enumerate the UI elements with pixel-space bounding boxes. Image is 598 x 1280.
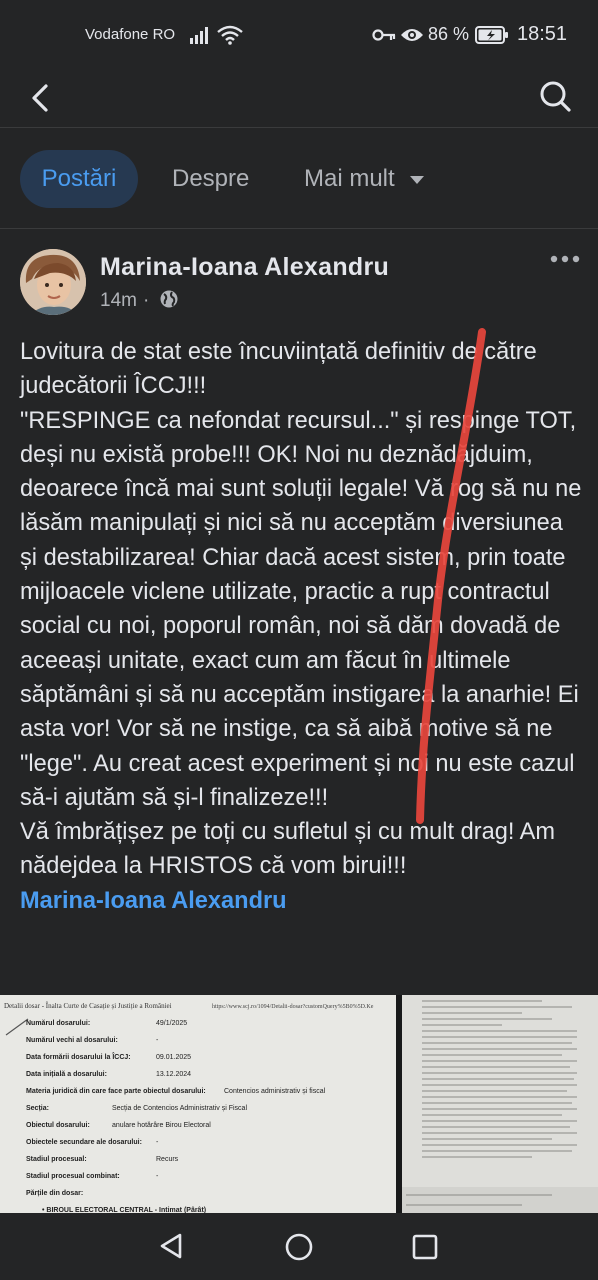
tab-more[interactable]: Mai mult (304, 150, 425, 208)
photo-court-document-details[interactable] (402, 995, 598, 1213)
tab-more-label: Mai mult (304, 165, 395, 192)
profile-tabs: Postări Despre Mai mult (0, 128, 598, 229)
doc-row-value: Recurs (156, 1156, 179, 1163)
doc-row-value: 49/1/2025 (156, 1020, 187, 1027)
clock: 18:51 (517, 23, 568, 45)
post-paragraph: Lovitura de stat este încuviințată defin… (20, 339, 537, 400)
more-horizontal-icon (550, 255, 580, 263)
doc-row-label: Stadiul procesual combinat: (26, 1173, 120, 1180)
system-navbar (0, 1213, 598, 1280)
post-author[interactable]: Marina-Ioana Alexandru (100, 253, 389, 282)
signal-icon (190, 27, 208, 44)
doc-row-value: anulare hotărâre Birou Electoral (112, 1122, 211, 1129)
app-header (0, 70, 598, 128)
caret-down-icon (409, 175, 424, 184)
carrier-name: Vodafone RO (85, 26, 176, 43)
doc-row-label: Materia juridică din care face parte obi… (26, 1088, 206, 1095)
doc-row-label: Secția: (26, 1105, 49, 1112)
doc-row-label: Numărul dosarului: (26, 1020, 90, 1027)
doc-row-label: Data formării dosarului la ÎCCJ: (26, 1052, 131, 1061)
doc-row-value: Secția de Contencios Administrativ și Fi… (112, 1105, 247, 1112)
doc-row-label: Numărul vechi al dosarului: (26, 1037, 118, 1044)
photo-court-document[interactable]: Detalii dosar - Înalta Curte de Casație … (0, 995, 396, 1213)
doc-row-label: Stadiul procesual: (26, 1156, 87, 1163)
post-meta: 14m · (100, 289, 179, 312)
avatar[interactable] (20, 249, 86, 315)
key-icon (372, 29, 396, 41)
battery-percent: 86 % (428, 24, 470, 44)
doc-row-value: 09.01.2025 (156, 1054, 191, 1061)
post-time[interactable]: 14m (100, 290, 137, 311)
doc-url: https://www.scj.ro/1094/Detalii-dosar?cu… (212, 1004, 374, 1010)
post-options-button[interactable] (546, 249, 586, 273)
chevron-left-icon (32, 84, 48, 112)
tab-posts[interactable]: Postări (20, 150, 138, 208)
author-mention-link[interactable]: Marina-Ioana Alexandru (20, 884, 586, 918)
back-button[interactable] (22, 78, 58, 118)
post-paragraph: "RESPINGE ca nefondat recursul..." și re… (20, 407, 582, 811)
doc-row-value: Contencios administrativ și fiscal (224, 1088, 326, 1095)
post-photos[interactable]: Detalii dosar - Înalta Curte de Casație … (0, 995, 598, 1213)
battery-icon (475, 26, 508, 44)
tab-about[interactable]: Despre (172, 150, 249, 208)
nav-recent-icon[interactable] (411, 1233, 439, 1261)
search-icon (540, 81, 571, 112)
doc-row-value: 13.12.2024 (156, 1071, 191, 1078)
doc-row-label: Obiectele secundare ale dosarului: (26, 1139, 142, 1146)
globe-icon (160, 290, 178, 308)
doc-row-label: Obiectul dosarului: (26, 1122, 90, 1129)
doc-heading: Detalii dosar - Înalta Curte de Casație … (4, 1002, 172, 1010)
separator-dot: · (142, 290, 150, 311)
wifi-icon (217, 25, 243, 45)
post-body: Lovitura de stat este încuviințată defin… (20, 335, 586, 918)
nav-back-icon[interactable] (156, 1231, 186, 1261)
search-button[interactable] (535, 76, 575, 116)
doc-row-label: Părțile din dosar: (26, 1190, 83, 1197)
eye-icon (401, 29, 423, 41)
document-image: Detalii dosar - Înalta Curte de Casație … (0, 995, 396, 1213)
document-image-2 (402, 995, 598, 1213)
post-paragraph: Vă îmbrățișez pe toți cu sufletul și cu … (20, 819, 556, 880)
doc-row-label: Data inițială a dosarului: (26, 1071, 107, 1078)
nav-home-icon[interactable] (283, 1231, 315, 1263)
status-bar: Vodafone RO 86 % 18:51 (0, 0, 598, 70)
avatar-image (20, 249, 86, 315)
